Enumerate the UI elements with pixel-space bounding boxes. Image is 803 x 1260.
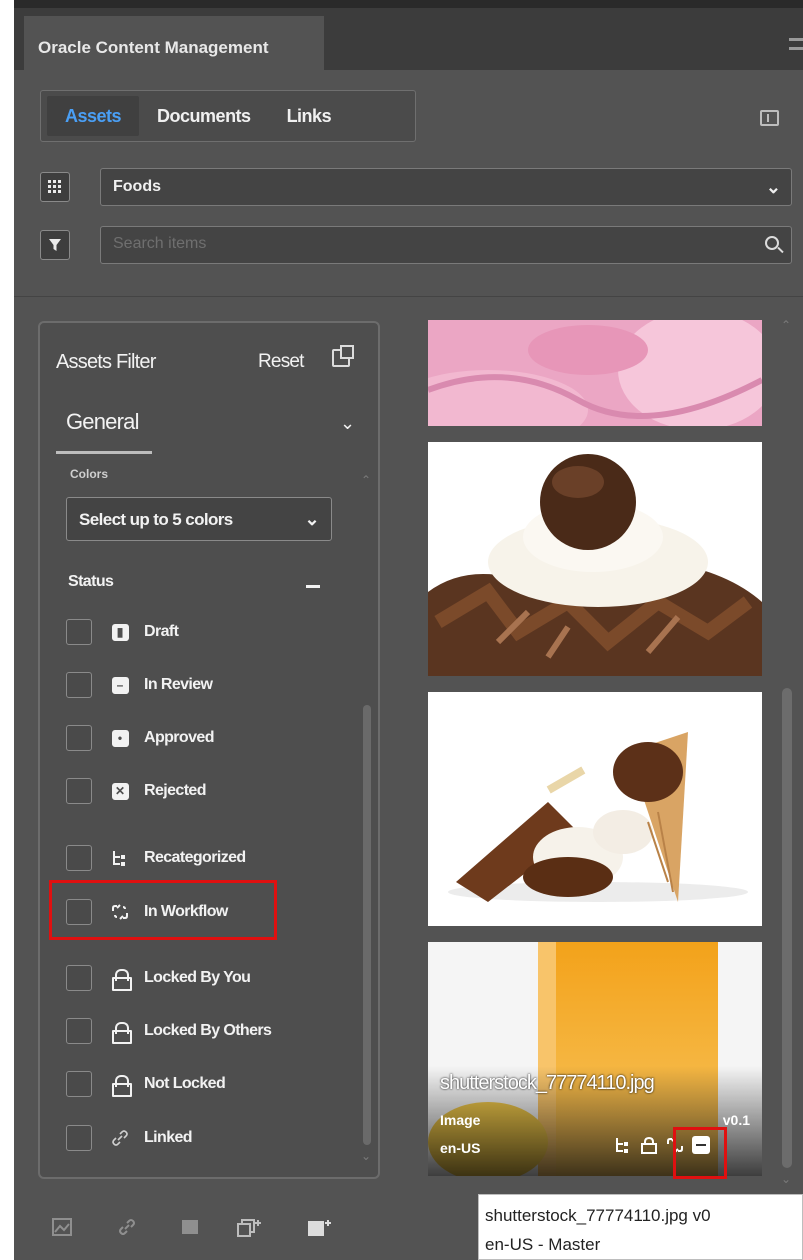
section-underline <box>56 451 152 454</box>
tab-links[interactable]: Links <box>269 96 350 136</box>
recategorized-icon <box>616 1138 628 1153</box>
image-icon[interactable] <box>52 1218 72 1236</box>
chevron-down-icon: ⌄ <box>304 509 320 529</box>
filter-scrollbar[interactable]: ⌃ ⌄ <box>360 473 374 1163</box>
checkbox[interactable] <box>66 845 92 871</box>
pink-ice-cream-image <box>428 320 762 426</box>
scrollbar-thumb[interactable] <box>782 688 792 1168</box>
colors-select[interactable]: Select up to 5 colors ⌄ <box>66 497 332 541</box>
checkbox[interactable] <box>66 778 92 804</box>
asset-card-pink-ice-cream[interactable] <box>428 320 762 426</box>
asset-locale: en-US <box>440 1140 481 1156</box>
checkbox[interactable] <box>66 965 92 991</box>
asset-card-chocolate-dessert[interactable] <box>428 442 762 676</box>
panel-menu-icon[interactable] <box>789 38 803 50</box>
status-option-locked-by-others[interactable]: Locked By Others <box>66 1016 272 1046</box>
card-workflow-highlight <box>673 1127 727 1179</box>
lock-icon <box>110 1021 132 1044</box>
new-asset-icon[interactable] <box>306 1218 334 1238</box>
asset-grid-scrollbar[interactable]: ⌃ ⌄ <box>778 318 796 1188</box>
asset-card-ice-cream-bars[interactable] <box>428 692 762 926</box>
status-label: Status <box>68 573 114 590</box>
asset-tooltip: shutterstock_77774110.jpg v0 en-US - Mas… <box>478 1194 803 1260</box>
link-icon[interactable] <box>118 1218 136 1236</box>
option-label: Linked <box>144 1129 193 1146</box>
filter-toggle-button[interactable] <box>40 230 70 260</box>
scroll-up-icon[interactable]: ⌃ <box>361 473 371 487</box>
option-label: Draft <box>144 623 179 640</box>
filter-icon <box>49 239 61 251</box>
in-review-icon: – <box>110 675 130 695</box>
panel-title: Oracle Content Management <box>24 16 324 78</box>
scrollbar-thumb[interactable] <box>363 705 371 1145</box>
approved-icon: • <box>110 728 130 748</box>
panel-toggle-icon[interactable] <box>760 110 779 126</box>
status-option-recategorized[interactable]: Recategorized <box>66 843 246 873</box>
checkbox[interactable] <box>66 672 92 698</box>
scroll-down-icon[interactable]: ⌄ <box>781 1172 791 1186</box>
filter-title: Assets Filter <box>56 351 156 373</box>
option-label: Not Locked <box>144 1075 226 1092</box>
checkbox[interactable] <box>66 1125 92 1151</box>
oracle-content-panel: Oracle Content Management Assets Documen… <box>14 0 803 1260</box>
checkbox[interactable] <box>66 1018 92 1044</box>
lock-icon <box>641 1136 657 1154</box>
assets-filter-panel: Assets Filter Reset General ⌄ Colors Sel… <box>38 321 380 1179</box>
colors-label: Colors <box>70 467 109 481</box>
link-icon <box>110 1128 130 1148</box>
checkbox[interactable] <box>66 725 92 751</box>
tooltip-line-1: shutterstock_77774110.jpg v0 <box>485 1206 711 1225</box>
tab-bar: Assets Documents Links <box>40 90 416 142</box>
chevron-down-icon: ⌄ <box>765 177 781 197</box>
asset-type: Image <box>440 1112 481 1128</box>
panel-header: Oracle Content Management <box>14 0 803 78</box>
ice-cream-bars-image <box>428 692 762 926</box>
collapse-icon[interactable] <box>306 585 320 588</box>
option-label: Locked By Others <box>144 1022 272 1039</box>
duplicate-add-icon[interactable] <box>236 1218 264 1238</box>
workflow-highlight <box>49 880 277 940</box>
status-option-in-review[interactable]: – In Review <box>66 670 213 700</box>
option-label: Locked By You <box>144 969 251 986</box>
draft-icon: ▮ <box>110 622 130 642</box>
tab-documents[interactable]: Documents <box>139 96 269 136</box>
search-icon[interactable] <box>765 236 779 250</box>
tab-assets[interactable]: Assets <box>47 96 140 136</box>
status-option-not-locked[interactable]: Not Locked <box>66 1069 226 1099</box>
option-label: Approved <box>144 729 214 746</box>
tooltip-line-2: en-US - Master <box>485 1235 601 1254</box>
search-field <box>100 226 792 264</box>
repository-select-value: Foods <box>113 178 161 195</box>
lock-icon <box>110 1074 132 1097</box>
place-icon[interactable] <box>180 1218 200 1236</box>
option-label: Rejected <box>144 782 207 799</box>
colors-select-value: Select up to 5 colors <box>79 510 233 529</box>
popout-icon[interactable] <box>332 345 354 367</box>
checkbox[interactable] <box>66 619 92 645</box>
status-option-locked-by-you[interactable]: Locked By You <box>66 963 251 993</box>
lock-icon <box>110 968 132 991</box>
recategorized-icon <box>110 848 130 868</box>
reset-button[interactable]: Reset <box>258 351 304 373</box>
chevron-down-icon[interactable]: ⌄ <box>340 413 355 434</box>
divider <box>14 296 803 297</box>
asset-version: v0.1 <box>722 1112 750 1128</box>
status-option-linked[interactable]: Linked <box>66 1123 193 1153</box>
status-option-rejected[interactable]: ✕ Rejected <box>66 776 207 806</box>
status-option-approved[interactable]: • Approved <box>66 723 214 753</box>
chocolate-dessert-image <box>428 442 762 676</box>
option-label: Recategorized <box>144 849 246 866</box>
repository-icon[interactable] <box>40 172 70 202</box>
checkbox[interactable] <box>66 1071 92 1097</box>
scroll-down-icon[interactable]: ⌄ <box>361 1149 371 1163</box>
scroll-up-icon[interactable]: ⌃ <box>781 318 791 332</box>
filter-section-title: General <box>66 409 139 434</box>
option-label: In Review <box>144 676 213 693</box>
grid-icon <box>48 180 61 193</box>
rejected-icon: ✕ <box>110 781 130 801</box>
status-option-draft[interactable]: ▮ Draft <box>66 617 179 647</box>
search-input[interactable] <box>113 235 713 253</box>
repository-select[interactable]: Foods ⌄ <box>100 168 792 206</box>
asset-name: shutterstock_77774110.jpg <box>440 1072 655 1094</box>
